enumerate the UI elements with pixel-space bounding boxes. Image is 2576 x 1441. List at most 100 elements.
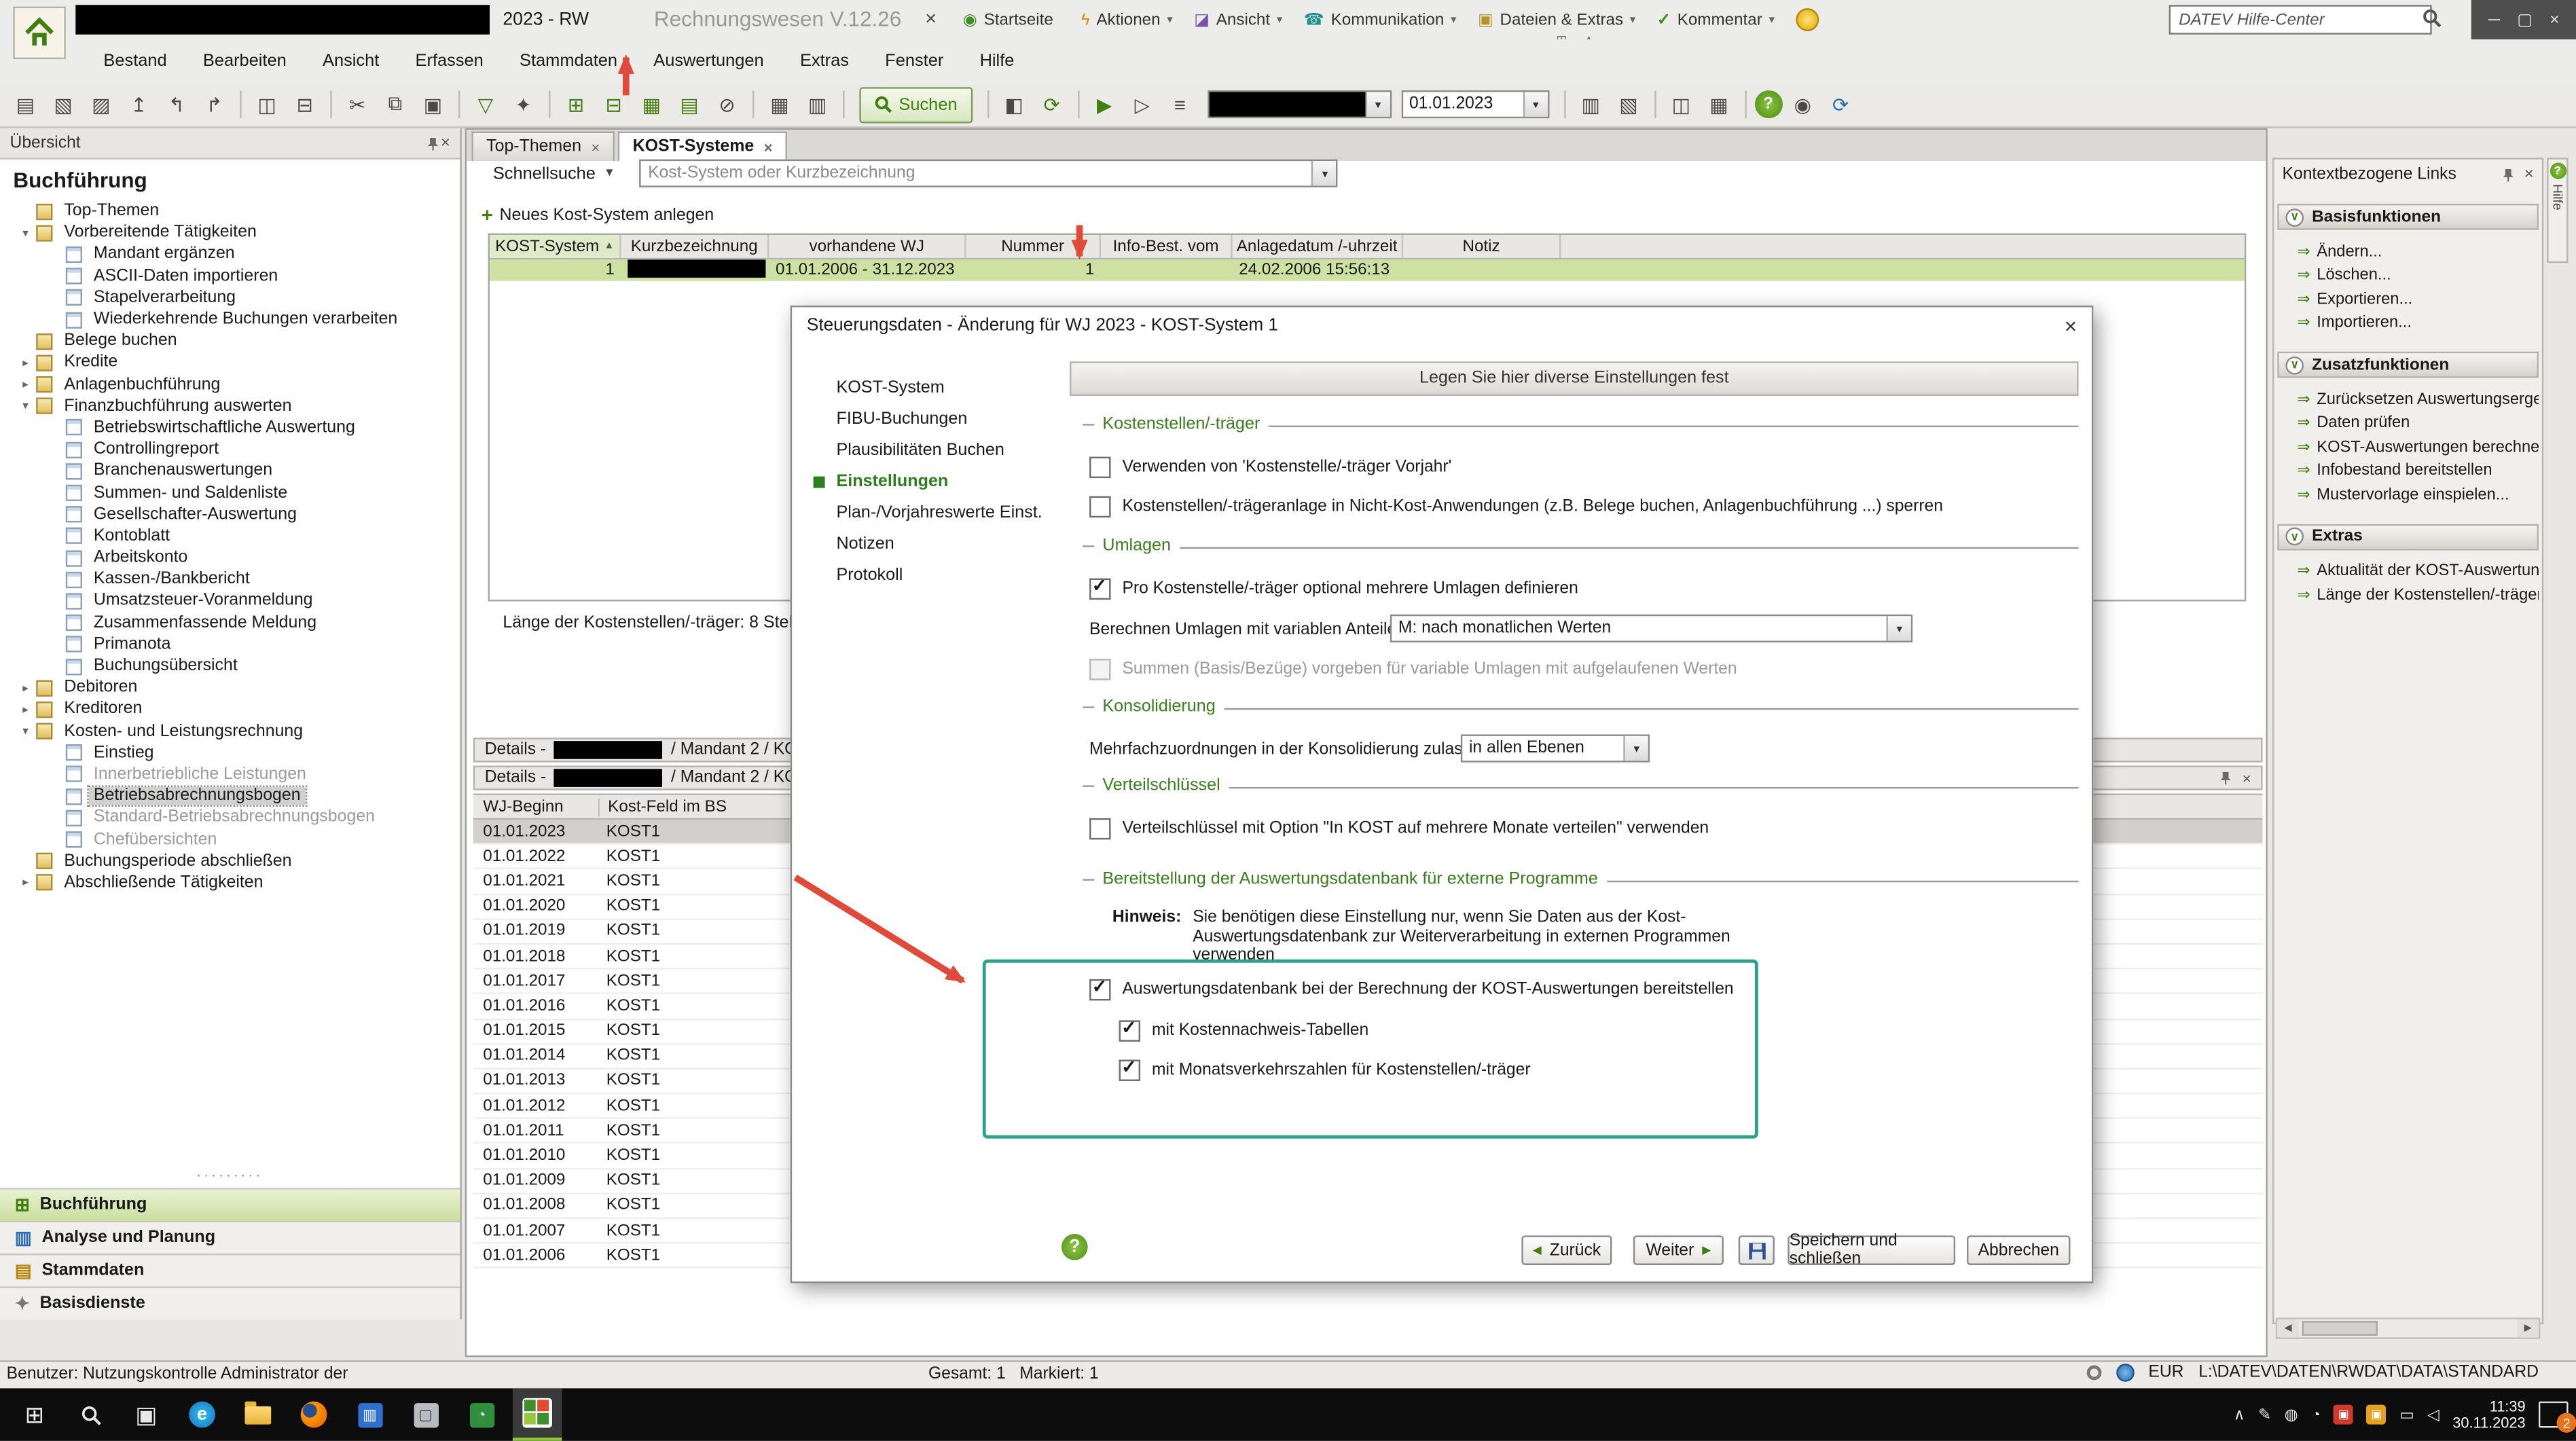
- sidebar-tree-item[interactable]: Primanota: [0, 634, 460, 655]
- sidebar-tree-item[interactable]: Stapelverarbeitung: [0, 287, 460, 309]
- context-link[interactable]: ⇒ Löschen...: [2297, 263, 2539, 287]
- section-basisfunktionen[interactable]: ∨ Basisfunktionen: [2277, 204, 2539, 230]
- sidebar-tree-item[interactable]: ▸ Anlagenbuchführung: [0, 373, 460, 395]
- context-link[interactable]: ⇒ Importieren...: [2297, 311, 2539, 335]
- context-link[interactable]: ⇒ Infobestand bereitstellen: [2297, 459, 2539, 483]
- scrollbar-track[interactable]: [2299, 1319, 2518, 1338]
- tray-volume-icon[interactable]: ◁: [2427, 1406, 2439, 1424]
- sidebar-tree-item[interactable]: Top-Themen: [0, 200, 460, 222]
- calculator-icon[interactable]: ▦: [763, 87, 797, 122]
- menu-item[interactable]: Auswertungen: [636, 40, 782, 81]
- search-icon[interactable]: [2422, 8, 2442, 28]
- notification-center-icon[interactable]: 2: [2539, 1402, 2569, 1428]
- tree-expander-icon[interactable]: ▾: [16, 226, 35, 239]
- checkbox-verteilschluessel[interactable]: Verteilschlüssel mit Option "In KOST auf…: [1089, 818, 1709, 839]
- window-horizontal-split-icon[interactable]: ⊟: [287, 87, 322, 122]
- menu-item[interactable]: Stammdaten: [501, 40, 635, 81]
- sidebar-tree-item[interactable]: ▸ Kredite: [0, 352, 460, 374]
- sidebar-tree-item[interactable]: Betriebswirtschaftliche Auswertung: [0, 417, 460, 439]
- chevron-down-icon[interactable]: ▾: [1623, 736, 1648, 761]
- close-icon[interactable]: ×: [2550, 11, 2559, 29]
- weiter-button[interactable]: Weiter ▶: [1633, 1235, 1724, 1265]
- help-icon[interactable]: ?: [1062, 1234, 1088, 1260]
- help-tab[interactable]: ? Hilfe: [2547, 158, 2568, 263]
- period-selector[interactable]: 01.01.2023 ▾: [1401, 90, 1549, 118]
- chevron-down-icon[interactable]: ▾: [1523, 92, 1547, 116]
- column-header[interactable]: Nummer: [966, 235, 1101, 258]
- filter-icon[interactable]: ▽: [469, 87, 503, 122]
- checkbox-icon[interactable]: [1089, 818, 1110, 839]
- sidebar-tree-item[interactable]: ▾ Vorbereitende Tätigkeiten: [0, 222, 460, 244]
- sidebar-tree-item[interactable]: Standard-Betriebsabrechnungsbogen: [0, 807, 460, 829]
- grid-view-icon[interactable]: ▦: [634, 87, 669, 122]
- file-explorer-icon[interactable]: [234, 1388, 283, 1440]
- context-link[interactable]: ⇒ Mustervorlage einspielen...: [2297, 483, 2539, 507]
- app-blue-icon[interactable]: ▥: [345, 1388, 395, 1440]
- calc-run-icon[interactable]: ≡: [1163, 87, 1197, 122]
- checkbox-auswertungsdatenbank[interactable]: Auswertungsdatenbank bei der Berechnung …: [1089, 979, 1734, 1000]
- checkbox-umlagen-mehrere[interactable]: Pro Kostenstelle/-träger optional mehrer…: [1089, 579, 1578, 600]
- accounts-icon[interactable]: ▥: [1574, 87, 1608, 122]
- buchfuehrung-button[interactable]: ⊞ Buchführung: [0, 1188, 460, 1220]
- tray-display-icon[interactable]: ▭: [2399, 1406, 2414, 1424]
- firefox-icon[interactable]: [289, 1388, 339, 1440]
- checkbox-icon[interactable]: [1119, 1060, 1140, 1081]
- table-view-icon[interactable]: ⊞: [559, 87, 594, 122]
- sidebar-tree-item[interactable]: Gesellschafter-Auswertung: [0, 504, 460, 526]
- menu-item[interactable]: Ansicht: [304, 40, 397, 81]
- form-view-icon[interactable]: ⊟: [596, 87, 631, 122]
- tree-expander-icon[interactable]: ▸: [16, 681, 35, 694]
- print-icon[interactable]: ▨: [84, 87, 118, 122]
- tray-expand-icon[interactable]: ∧: [2234, 1406, 2245, 1424]
- tray-network-icon[interactable]: ◍: [2285, 1406, 2298, 1424]
- files-icon[interactable]: ▣ Dateien & Extras ▾: [1478, 11, 1635, 29]
- new-document-icon[interactable]: ▤: [8, 87, 43, 122]
- feedback-smiley-icon[interactable]: [1796, 8, 1819, 31]
- tree-expander-icon[interactable]: ▾: [16, 400, 35, 413]
- sidebar-tree-item[interactable]: Umsatzsteuer-Voranmeldung: [0, 590, 460, 612]
- horizontal-scrollbar[interactable]: ◀ ▶: [2276, 1317, 2541, 1338]
- disable-icon[interactable]: ⊘: [710, 87, 744, 122]
- taskbar-search-button[interactable]: [66, 1388, 115, 1440]
- checkbox-icon[interactable]: [1119, 1020, 1140, 1041]
- send-icon[interactable]: ↥: [122, 87, 156, 122]
- close-tab-icon[interactable]: ×: [764, 139, 773, 155]
- scroll-right-icon[interactable]: ▶: [2518, 1319, 2539, 1338]
- sidebar-tree-item[interactable]: Innerbetriebliche Leistungen: [0, 764, 460, 786]
- columns-icon[interactable]: ◫: [1664, 87, 1699, 122]
- comment-icon[interactable]: ✓ Kommentar ▾: [1657, 11, 1775, 29]
- sidebar-tree-item[interactable]: Arbeitskonto: [0, 547, 460, 569]
- scrollbar-thumb[interactable]: [2302, 1321, 2378, 1336]
- tray-input-icon[interactable]: ✎: [2258, 1406, 2271, 1424]
- sidebar-tree-item[interactable]: ▸ Debitoren: [0, 677, 460, 699]
- sidebar-tree-item[interactable]: Buchungsübersicht: [0, 655, 460, 677]
- context-link[interactable]: ⇒ Länge der Kostenstellen/-träger erh...: [2297, 583, 2539, 607]
- mandant-selector[interactable]: ▾: [1207, 90, 1391, 118]
- sidebar-tree-item[interactable]: Einstieg: [0, 742, 460, 764]
- column-header[interactable]: Anlagedatum /-uhrzeit: [1233, 235, 1404, 258]
- edge-icon[interactable]: e: [177, 1388, 227, 1440]
- dialog-nav-item[interactable]: Protokoll: [792, 560, 1055, 591]
- checkbox-sperren[interactable]: Kostenstellen/-trägeranlage in Nicht-Kos…: [1089, 496, 1943, 517]
- quick-search-input[interactable]: Kost-System oder Kurzbezeichnung ▾: [640, 160, 1338, 187]
- collapse-icon[interactable]: ∨: [2285, 528, 2304, 546]
- tree-expander-icon[interactable]: ▾: [16, 725, 35, 737]
- tree-expander-icon[interactable]: ▸: [16, 877, 35, 890]
- sidebar-tree-item[interactable]: Chefübersichten: [0, 828, 460, 850]
- copy-icon[interactable]: ⧉: [378, 87, 412, 122]
- analyse-button[interactable]: ▥ Analyse und Planung: [0, 1221, 460, 1254]
- navigate-forward-icon[interactable]: ↱: [197, 87, 232, 122]
- stammdaten-button[interactable]: ▤ Stammdaten: [0, 1254, 460, 1286]
- refresh-icon[interactable]: ⟳: [1034, 87, 1069, 122]
- checkbox-monatsverkehrszahlen[interactable]: mit Monatsverkehrszahlen für Kostenstell…: [1119, 1060, 1531, 1081]
- sidebar-tree-item[interactable]: ▾ Finanzbuchführung auswerten: [0, 395, 460, 417]
- speichern-schliessen-button[interactable]: Speichern und schließen: [1788, 1235, 1955, 1265]
- minimize-icon[interactable]: ─: [2488, 11, 2500, 29]
- tray-cloud-icon[interactable]: ◔: [2311, 1406, 2321, 1424]
- panel-splitter[interactable]: .........: [0, 1163, 460, 1180]
- help-icon[interactable]: ?: [1754, 90, 1782, 118]
- menu-item[interactable]: Hilfe: [962, 40, 1032, 81]
- ledger-book-icon[interactable]: ▧: [1612, 87, 1646, 122]
- cut-icon[interactable]: ✂: [340, 87, 375, 122]
- sidebar-tree-item[interactable]: ▾ Kosten- und Leistungsrechnung: [0, 720, 460, 742]
